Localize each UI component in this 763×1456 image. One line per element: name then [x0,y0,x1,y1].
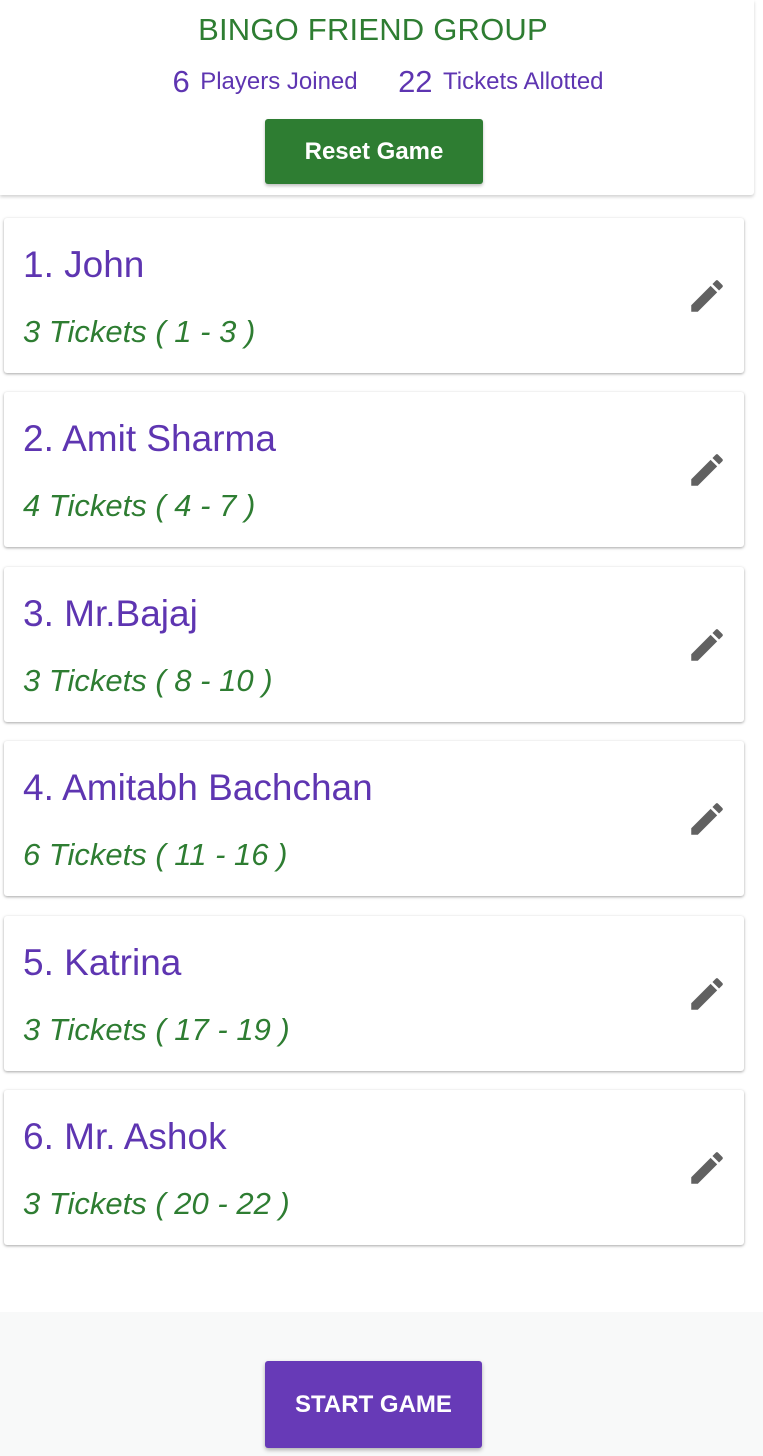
player-card: 5. Katrina 3 Tickets ( 17 - 19 ) [4,916,744,1071]
player-name: 6. Mr. Ashok [23,1116,227,1157]
player-card: 4. Amitabh Bachchan 6 Tickets ( 11 - 16 … [4,741,744,896]
player-tickets: 6 Tickets ( 11 - 16 ) [23,837,288,872]
player-card: 2. Amit Sharma 4 Tickets ( 4 - 7 ) [4,392,744,547]
player-card: 1. John 3 Tickets ( 1 - 3 ) [4,218,744,373]
player-card: 6. Mr. Ashok 3 Tickets ( 20 - 22 ) [4,1090,744,1245]
player-tickets: 3 Tickets ( 8 - 10 ) [23,663,273,698]
tickets-count: 22 [398,64,433,99]
pencil-edit-icon[interactable] [686,624,728,666]
group-header: BINGO FRIEND GROUP 6 Players Joined 22 T… [0,0,754,195]
player-name: 1. John [23,244,145,285]
player-tickets: 3 Tickets ( 1 - 3 ) [23,314,256,349]
player-tickets: 3 Tickets ( 20 - 22 ) [23,1186,290,1221]
player-name: 2. Amit Sharma [23,418,276,459]
pencil-edit-icon[interactable] [686,798,728,840]
players-count: 6 [172,64,190,99]
group-stats: 6 Players Joined 22 Tickets Allotted [0,64,763,100]
group-title: BINGO FRIEND GROUP [198,12,548,47]
player-tickets: 4 Tickets ( 4 - 7 ) [23,488,256,523]
pencil-edit-icon[interactable] [686,1147,728,1189]
player-card: 3. Mr.Bajaj 3 Tickets ( 8 - 10 ) [4,567,744,722]
player-name: 3. Mr.Bajaj [23,593,198,634]
footer-bar: START GAME [0,1312,763,1456]
tickets-allotted-stat: 22 Tickets Allotted [398,64,603,100]
player-name: 4. Amitabh Bachchan [23,767,373,808]
reset-game-button[interactable]: Reset Game [265,119,483,184]
players-label: Players Joined [200,68,358,95]
pencil-edit-icon[interactable] [686,275,728,317]
pencil-edit-icon[interactable] [686,449,728,491]
pencil-edit-icon[interactable] [686,973,728,1015]
tickets-label: Tickets Allotted [443,68,604,95]
player-tickets: 3 Tickets ( 17 - 19 ) [23,1012,290,1047]
players-joined-stat: 6 Players Joined [172,64,357,100]
player-name: 5. Katrina [23,942,182,983]
start-game-button[interactable]: START GAME [265,1361,482,1448]
